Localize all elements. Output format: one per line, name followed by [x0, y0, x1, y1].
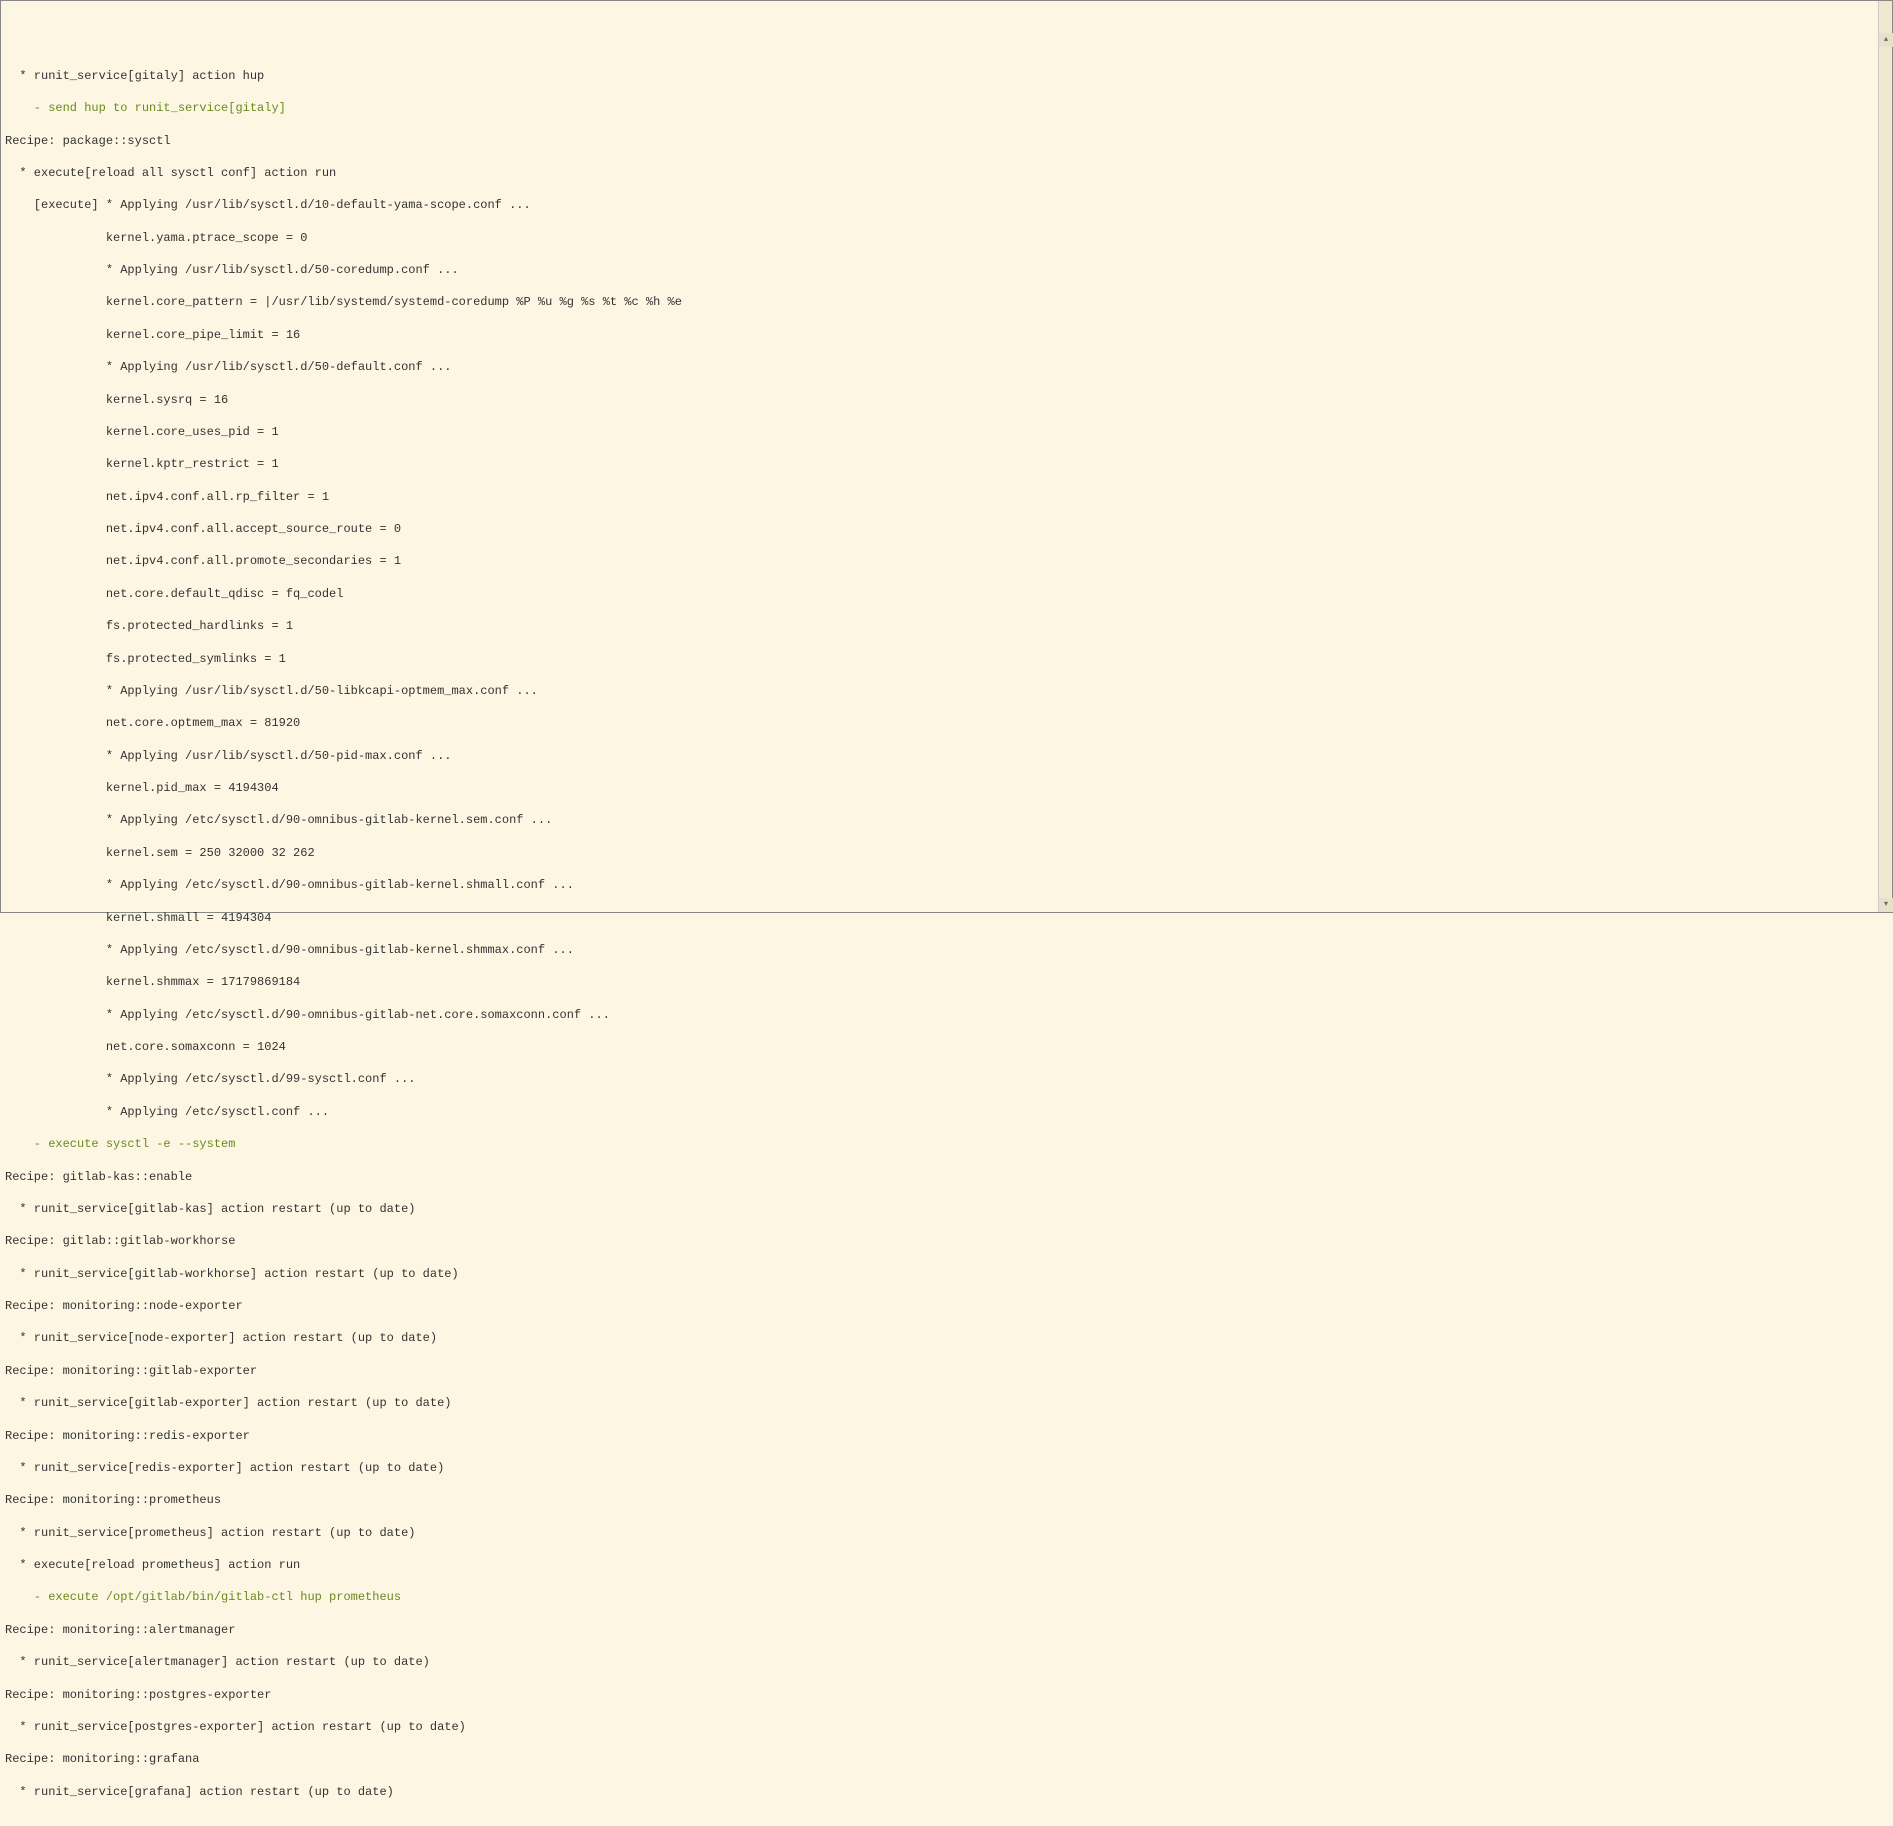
terminal-line: Recipe: monitoring::prometheus: [5, 1492, 1888, 1508]
terminal-line: * runit_service[prometheus] action resta…: [5, 1525, 1888, 1541]
terminal-line: [execute] * Applying /usr/lib/sysctl.d/1…: [5, 197, 1888, 213]
terminal-line: kernel.shmmax = 17179869184: [5, 974, 1888, 990]
terminal-line-action: - execute /opt/gitlab/bin/gitlab-ctl hup…: [5, 1589, 1888, 1605]
terminal-line: * Applying /etc/sysctl.conf ...: [5, 1104, 1888, 1120]
terminal-line: * runit_service[gitlab-exporter] action …: [5, 1395, 1888, 1411]
terminal-line: kernel.shmall = 4194304: [5, 910, 1888, 926]
terminal-line: kernel.sysrq = 16: [5, 392, 1888, 408]
terminal-line: * Applying /etc/sysctl.d/90-omnibus-gitl…: [5, 877, 1888, 893]
terminal-line: * runit_service[grafana] action restart …: [5, 1784, 1888, 1800]
terminal-line: Recipe: monitoring::grafana: [5, 1751, 1888, 1767]
terminal-line: * Applying /etc/sysctl.d/90-omnibus-gitl…: [5, 1007, 1888, 1023]
scroll-down-arrow-icon[interactable]: ▾: [1879, 898, 1893, 912]
terminal-line: * runit_service[alertmanager] action res…: [5, 1654, 1888, 1670]
terminal-line: * runit_service[gitlab-kas] action resta…: [5, 1201, 1888, 1217]
terminal-line: Recipe: monitoring::postgres-exporter: [5, 1687, 1888, 1703]
terminal-line: net.ipv4.conf.all.promote_secondaries = …: [5, 553, 1888, 569]
terminal-line: kernel.core_pipe_limit = 16: [5, 327, 1888, 343]
terminal-line: fs.protected_hardlinks = 1: [5, 618, 1888, 634]
terminal-line: kernel.core_uses_pid = 1: [5, 424, 1888, 440]
terminal-line: * runit_service[redis-exporter] action r…: [5, 1460, 1888, 1476]
terminal-line: * Applying /usr/lib/sysctl.d/50-libkcapi…: [5, 683, 1888, 699]
terminal-line: Recipe: gitlab-kas::enable: [5, 1169, 1888, 1185]
terminal-line: kernel.kptr_restrict = 1: [5, 456, 1888, 472]
terminal-line: kernel.sem = 250 32000 32 262: [5, 845, 1888, 861]
terminal-line: * Applying /etc/sysctl.d/90-omnibus-gitl…: [5, 942, 1888, 958]
vertical-scrollbar[interactable]: ▴ ▾: [1878, 1, 1892, 912]
terminal-line: Recipe: package::sysctl: [5, 133, 1888, 149]
terminal-line: * runit_service[gitaly] action hup: [5, 68, 1888, 84]
terminal-line: Recipe: gitlab::gitlab-workhorse: [5, 1233, 1888, 1249]
terminal-line: net.core.optmem_max = 81920: [5, 715, 1888, 731]
terminal-line: * execute[reload prometheus] action run: [5, 1557, 1888, 1573]
terminal-line: Recipe: monitoring::gitlab-exporter: [5, 1363, 1888, 1379]
terminal-line: * runit_service[postgres-exporter] actio…: [5, 1719, 1888, 1735]
terminal-line: * Applying /usr/lib/sysctl.d/50-default.…: [5, 359, 1888, 375]
terminal-line: kernel.core_pattern = |/usr/lib/systemd/…: [5, 294, 1888, 310]
terminal-line: * Applying /etc/sysctl.d/99-sysctl.conf …: [5, 1071, 1888, 1087]
terminal-line: * Applying /usr/lib/sysctl.d/50-pid-max.…: [5, 748, 1888, 764]
terminal-line: net.core.default_qdisc = fq_codel: [5, 586, 1888, 602]
terminal-line: Recipe: monitoring::alertmanager: [5, 1622, 1888, 1638]
terminal-line: net.ipv4.conf.all.accept_source_route = …: [5, 521, 1888, 537]
terminal-line-action: - send hup to runit_service[gitaly]: [5, 100, 1888, 116]
terminal-line: kernel.yama.ptrace_scope = 0: [5, 230, 1888, 246]
terminal-line: * execute[reload all sysctl conf] action…: [5, 165, 1888, 181]
terminal-line: Recipe: monitoring::node-exporter: [5, 1298, 1888, 1314]
terminal-line-action: - execute sysctl -e --system: [5, 1136, 1888, 1152]
terminal-line: kernel.pid_max = 4194304: [5, 780, 1888, 796]
terminal-line: fs.protected_symlinks = 1: [5, 651, 1888, 667]
terminal-line: * Applying /usr/lib/sysctl.d/50-coredump…: [5, 262, 1888, 278]
terminal-line: Recipe: monitoring::redis-exporter: [5, 1428, 1888, 1444]
terminal-line: net.ipv4.conf.all.rp_filter = 1: [5, 489, 1888, 505]
terminal-line: * runit_service[node-exporter] action re…: [5, 1330, 1888, 1346]
terminal-line: net.core.somaxconn = 1024: [5, 1039, 1888, 1055]
terminal-line: * Applying /etc/sysctl.d/90-omnibus-gitl…: [5, 812, 1888, 828]
terminal-line: * runit_service[gitlab-workhorse] action…: [5, 1266, 1888, 1282]
scroll-up-arrow-icon[interactable]: ▴: [1879, 33, 1893, 47]
